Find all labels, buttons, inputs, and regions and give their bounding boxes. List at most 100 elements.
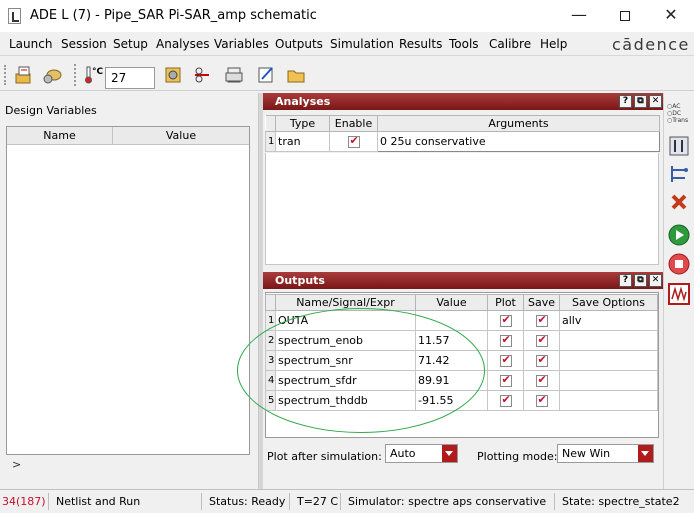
toolbar-grip[interactable]	[4, 65, 8, 85]
open-folder-icon[interactable]	[286, 65, 306, 85]
check-icon[interactable]	[499, 373, 512, 387]
column-name[interactable]: Name	[7, 127, 113, 145]
column-save[interactable]: Save	[523, 294, 560, 311]
check-icon[interactable]	[535, 333, 548, 347]
column-plot[interactable]: Plot	[487, 294, 524, 311]
menu-results[interactable]: Results	[399, 37, 442, 51]
column-value[interactable]: Value	[113, 127, 249, 145]
status-state: State: spectre_state2	[562, 495, 680, 508]
output-row[interactable]: 3 spectrum_snr 71.42	[265, 350, 658, 371]
close-button[interactable]: ✕	[648, 0, 694, 30]
output-name[interactable]: spectrum_enob	[275, 330, 416, 351]
save-checkbox[interactable]	[523, 370, 560, 391]
outputs-table[interactable]: Name/Signal/Expr Value Plot Save Save Op…	[265, 294, 658, 411]
output-row[interactable]: 4 spectrum_sfdr 89.91	[265, 370, 658, 391]
menu-calibre[interactable]: Calibre	[489, 37, 531, 51]
model-library-icon[interactable]	[163, 65, 183, 85]
menu-setup[interactable]: Setup	[113, 37, 148, 51]
column-value[interactable]: Value	[415, 294, 488, 311]
enable-checkbox[interactable]	[329, 131, 378, 152]
plot-checkbox[interactable]	[487, 310, 524, 331]
output-name[interactable]: spectrum_snr	[275, 350, 416, 371]
expand-arrow[interactable]: >	[12, 458, 21, 471]
right-toolbar: ○AC ○DC ○Trans	[663, 93, 694, 489]
save-options[interactable]	[559, 370, 658, 391]
menu-analyses[interactable]: Analyses	[156, 37, 210, 51]
close-panel-button[interactable]: ✕	[649, 274, 662, 287]
save-checkbox[interactable]	[523, 350, 560, 371]
analyses-title: Analyses	[263, 93, 663, 110]
plot-checkbox[interactable]	[487, 330, 524, 351]
menu-outputs[interactable]: Outputs	[275, 37, 323, 51]
check-icon[interactable]	[535, 313, 548, 327]
setup-icon[interactable]	[42, 65, 62, 85]
menu-simulation[interactable]: Simulation	[330, 37, 394, 51]
radio-dc[interactable]: ○DC	[667, 110, 688, 117]
check-icon[interactable]	[535, 393, 548, 407]
menu-variables[interactable]: Variables	[214, 37, 269, 51]
column-enable[interactable]: Enable	[329, 115, 378, 132]
save-checkbox[interactable]	[523, 310, 560, 331]
close-panel-button[interactable]: ✕	[649, 95, 662, 108]
menu-launch[interactable]: Launch	[9, 37, 52, 51]
check-icon[interactable]	[499, 313, 512, 327]
open-schematic-icon[interactable]	[14, 65, 34, 85]
menu-session[interactable]: Session	[61, 37, 107, 51]
output-row[interactable]: 1 OUTA allv	[265, 310, 658, 331]
edit-icon[interactable]	[256, 65, 276, 85]
column-save-options[interactable]: Save Options	[559, 294, 658, 311]
plotting-mode-select[interactable]: New Win	[557, 444, 654, 463]
help-button[interactable]: ?	[619, 95, 632, 108]
analysis-type[interactable]: tran	[275, 131, 330, 152]
help-button[interactable]: ?	[619, 274, 632, 287]
column-arguments[interactable]: Arguments	[377, 115, 660, 132]
stimuli-icon[interactable]	[193, 65, 213, 85]
analyses-table[interactable]: Type Enable Arguments 1 tran 0 25u conse…	[265, 115, 660, 152]
maximize-button[interactable]	[602, 0, 648, 30]
plot-checkbox[interactable]	[487, 370, 524, 391]
design-variables-table[interactable]: Name Value	[6, 126, 250, 455]
select-outputs-icon[interactable]	[668, 163, 690, 185]
menu-tools[interactable]: Tools	[449, 37, 479, 51]
output-row[interactable]: 2 spectrum_enob 11.57	[265, 330, 658, 351]
output-name[interactable]: spectrum_sfdr	[275, 370, 416, 391]
temperature-field[interactable]: 27	[105, 67, 155, 89]
output-row[interactable]: 5 spectrum_thddb -91.55	[265, 390, 658, 411]
check-icon[interactable]	[535, 373, 548, 387]
run-simulation-icon[interactable]	[668, 224, 690, 246]
check-icon[interactable]	[499, 353, 512, 367]
analysis-row[interactable]: 1 tran 0 25u conservative	[265, 131, 660, 152]
output-name[interactable]: spectrum_thddb	[275, 390, 416, 411]
save-options[interactable]	[559, 350, 658, 371]
analysis-type-radios[interactable]: ○AC ○DC ○Trans	[667, 103, 688, 124]
choose-analyses-icon[interactable]	[668, 135, 690, 157]
check-icon[interactable]	[535, 353, 548, 367]
column-type[interactable]: Type	[275, 115, 330, 132]
save-options[interactable]	[559, 330, 658, 351]
plot-checkbox[interactable]	[487, 390, 524, 411]
output-name[interactable]: OUTA	[275, 310, 416, 331]
check-icon[interactable]	[499, 333, 512, 347]
check-icon[interactable]	[347, 134, 360, 148]
plot-checkbox[interactable]	[487, 350, 524, 371]
dropdown-arrow-icon[interactable]	[442, 445, 457, 462]
radio-ac[interactable]: ○AC	[667, 103, 688, 110]
save-options[interactable]: allv	[559, 310, 658, 331]
save-checkbox[interactable]	[523, 330, 560, 351]
delete-icon[interactable]	[668, 191, 690, 213]
dropdown-arrow-icon[interactable]	[638, 445, 653, 462]
simulator-files-icon[interactable]	[224, 65, 244, 85]
column-name-signal-expr[interactable]: Name/Signal/Expr	[275, 294, 416, 311]
radio-trans[interactable]: ○Trans	[667, 117, 688, 124]
plot-outputs-icon[interactable]	[668, 283, 690, 305]
stop-simulation-icon[interactable]	[668, 253, 690, 275]
minimize-button[interactable]: —	[556, 0, 602, 30]
save-checkbox[interactable]	[523, 390, 560, 411]
float-button[interactable]: ⧉	[634, 274, 647, 287]
plot-after-select[interactable]: Auto	[385, 444, 458, 463]
float-button[interactable]: ⧉	[634, 95, 647, 108]
save-options[interactable]	[559, 390, 658, 411]
check-icon[interactable]	[499, 393, 512, 407]
analysis-arguments[interactable]: 0 25u conservative	[377, 131, 660, 152]
menu-help[interactable]: Help	[540, 37, 567, 51]
